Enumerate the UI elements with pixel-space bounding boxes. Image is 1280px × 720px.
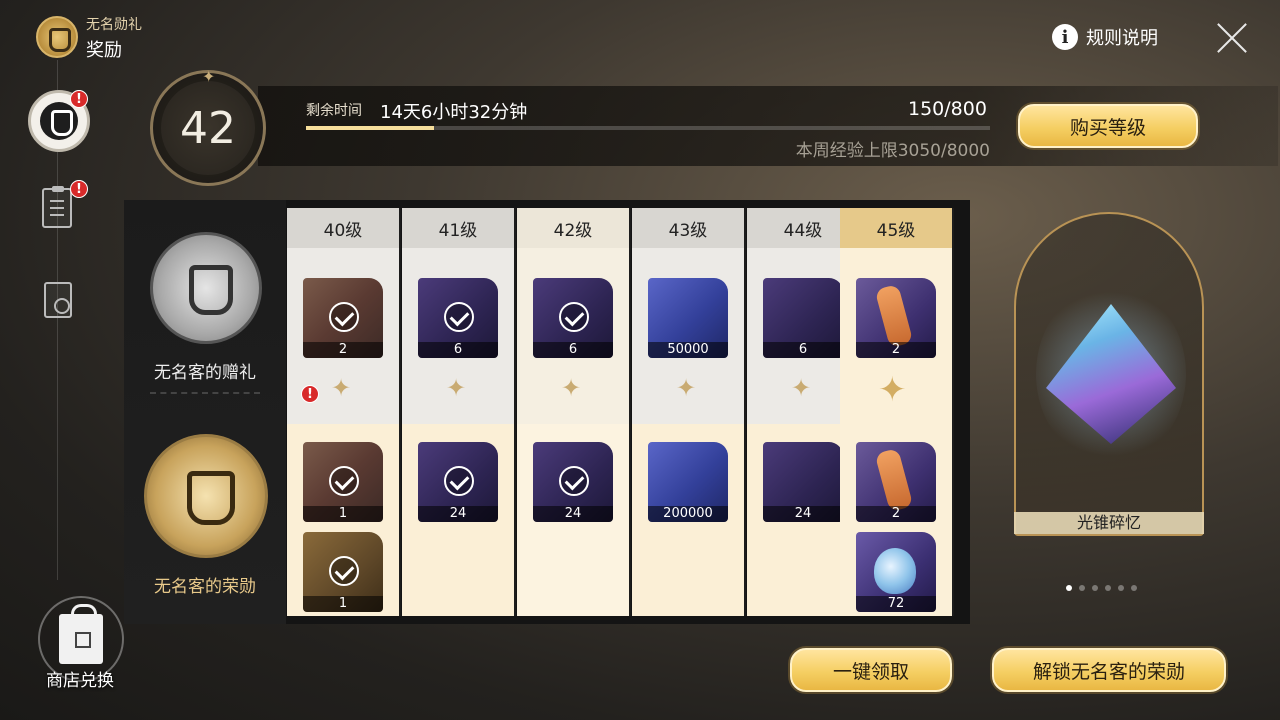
showcase-label: 光锥碎忆 xyxy=(1014,512,1204,534)
pagination-dot[interactable] xyxy=(1131,585,1137,591)
claimed-check-icon xyxy=(329,466,359,496)
reward-item[interactable]: 6 xyxy=(763,278,843,358)
buy-level-button[interactable]: 购买等级 xyxy=(1018,104,1198,148)
reward-quantity: 2 xyxy=(856,342,936,358)
reward-quantity: 2 xyxy=(856,506,936,522)
reward-quantity: 24 xyxy=(763,506,843,522)
level-column-header: 42级 xyxy=(517,208,629,248)
paid-reward-cell: 11 xyxy=(287,424,399,616)
claimed-check-icon xyxy=(329,302,359,332)
reward-quantity: 2 xyxy=(303,342,383,358)
reward-item[interactable]: 200000 xyxy=(648,442,728,522)
paid-reward-cell: 2 72 xyxy=(840,424,952,616)
paid-reward-cell: 24 xyxy=(517,424,629,616)
reward-item[interactable]: 6 xyxy=(533,278,613,358)
reward-quantity: 6 xyxy=(533,342,613,358)
pagination-dot[interactable] xyxy=(1092,585,1098,591)
exp-progress-fill xyxy=(306,126,435,130)
claimed-check-icon xyxy=(559,466,589,496)
reward-quantity: 1 xyxy=(303,506,383,522)
star-separator-icon: ✦ xyxy=(791,374,812,402)
missions-alert-badge: ! xyxy=(70,180,88,198)
nav-item-details[interactable] xyxy=(44,282,72,318)
paid-track-emblem-icon xyxy=(144,434,268,558)
paid-track-alert-badge: ! xyxy=(301,385,319,403)
level-column: 45级 2 2 72 ✦ xyxy=(840,208,954,616)
pagination-dot[interactable] xyxy=(1066,585,1072,591)
showcase-frame[interactable] xyxy=(1014,212,1204,536)
reward-item[interactable]: 24 xyxy=(418,442,498,522)
remaining-time-label: 剩余时间 xyxy=(306,103,362,119)
header-title: 奖励 xyxy=(86,40,122,61)
reward-quantity: 24 xyxy=(418,506,498,522)
claim-all-button[interactable]: 一键领取 xyxy=(790,648,952,692)
nav-item-missions[interactable] xyxy=(42,186,72,228)
reward-quantity: 200000 xyxy=(648,506,728,522)
reward-item[interactable]: 24 xyxy=(763,442,843,522)
level-column-header: 43级 xyxy=(632,208,744,248)
header-subtitle: 无名勋礼 xyxy=(86,17,142,33)
reward-item[interactable]: 2 xyxy=(856,278,936,358)
level-column: 41级 6 24 ✦ xyxy=(402,208,516,616)
reward-item[interactable]: 2 xyxy=(856,442,936,522)
reward-item[interactable]: 1 xyxy=(303,532,383,612)
claimed-check-icon xyxy=(329,556,359,586)
reward-quantity: 6 xyxy=(418,342,498,358)
reward-item[interactable]: 50000 xyxy=(648,278,728,358)
reward-item[interactable]: 6 xyxy=(418,278,498,358)
level-badge: 42 xyxy=(150,67,266,186)
paid-reward-cell: 24 xyxy=(402,424,514,616)
weekly-exp-cap: 本周经验上限3050/8000 xyxy=(795,141,990,161)
reward-quantity: 6 xyxy=(763,342,843,358)
unlock-honor-button[interactable]: 解锁无名客的荣勋 xyxy=(992,648,1226,692)
info-icon: i xyxy=(1052,24,1078,50)
reward-item[interactable]: 1 xyxy=(303,442,383,522)
star-separator-icon: ✦ xyxy=(446,374,467,402)
claimed-check-icon xyxy=(559,302,589,332)
reward-item[interactable]: 24 xyxy=(533,442,613,522)
star-separator-icon: ✦ xyxy=(561,374,582,402)
reward-item[interactable]: 2 xyxy=(303,278,383,358)
pagination-dot[interactable] xyxy=(1079,585,1085,591)
paid-reward-cell: 200000 xyxy=(632,424,744,616)
reward-item[interactable]: 72 xyxy=(856,532,936,612)
track-divider xyxy=(150,392,260,394)
level-column-header: 41级 xyxy=(402,208,514,248)
rules-button[interactable]: i 规则说明 xyxy=(1052,22,1158,52)
exp-value: 150/800 xyxy=(908,98,987,120)
medal-emblem-icon xyxy=(36,16,78,58)
reward-quantity: 72 xyxy=(856,596,936,612)
shop-exchange-label: 商店兑换 xyxy=(46,671,114,691)
pagination-dot[interactable] xyxy=(1105,585,1111,591)
remaining-time-value: 14天6小时32分钟 xyxy=(380,102,528,123)
reward-quantity: 50000 xyxy=(648,342,728,358)
rules-label: 规则说明 xyxy=(1086,28,1158,49)
shopping-bag-icon xyxy=(59,604,103,664)
free-track-emblem-icon xyxy=(150,232,262,344)
star-separator-icon: ✦ xyxy=(331,374,352,402)
rewards-alert-badge: ! xyxy=(70,90,88,108)
level-column-header: 40级 xyxy=(287,208,399,248)
level-column-header: 45级 xyxy=(840,208,952,248)
claimed-check-icon xyxy=(444,466,474,496)
pagination-dot[interactable] xyxy=(1118,585,1124,591)
paid-track-label: 无名客的荣勋 xyxy=(154,577,256,597)
free-track-label: 无名客的赠礼 xyxy=(154,363,256,383)
reward-quantity: 24 xyxy=(533,506,613,522)
claimed-check-icon xyxy=(444,302,474,332)
emblem-icon xyxy=(40,102,78,140)
close-icon[interactable] xyxy=(1214,20,1250,56)
level-column: 42级 6 24 ✦ xyxy=(517,208,631,616)
star-separator-icon: ✦ xyxy=(878,370,907,410)
level-column: 40级 2 1 1 ✦ xyxy=(287,208,401,616)
showcase-pagination[interactable] xyxy=(1066,585,1137,591)
level-column: 43级 50000 200000 ✦ xyxy=(632,208,746,616)
star-separator-icon: ✦ xyxy=(676,374,697,402)
reward-quantity: 1 xyxy=(303,596,383,612)
